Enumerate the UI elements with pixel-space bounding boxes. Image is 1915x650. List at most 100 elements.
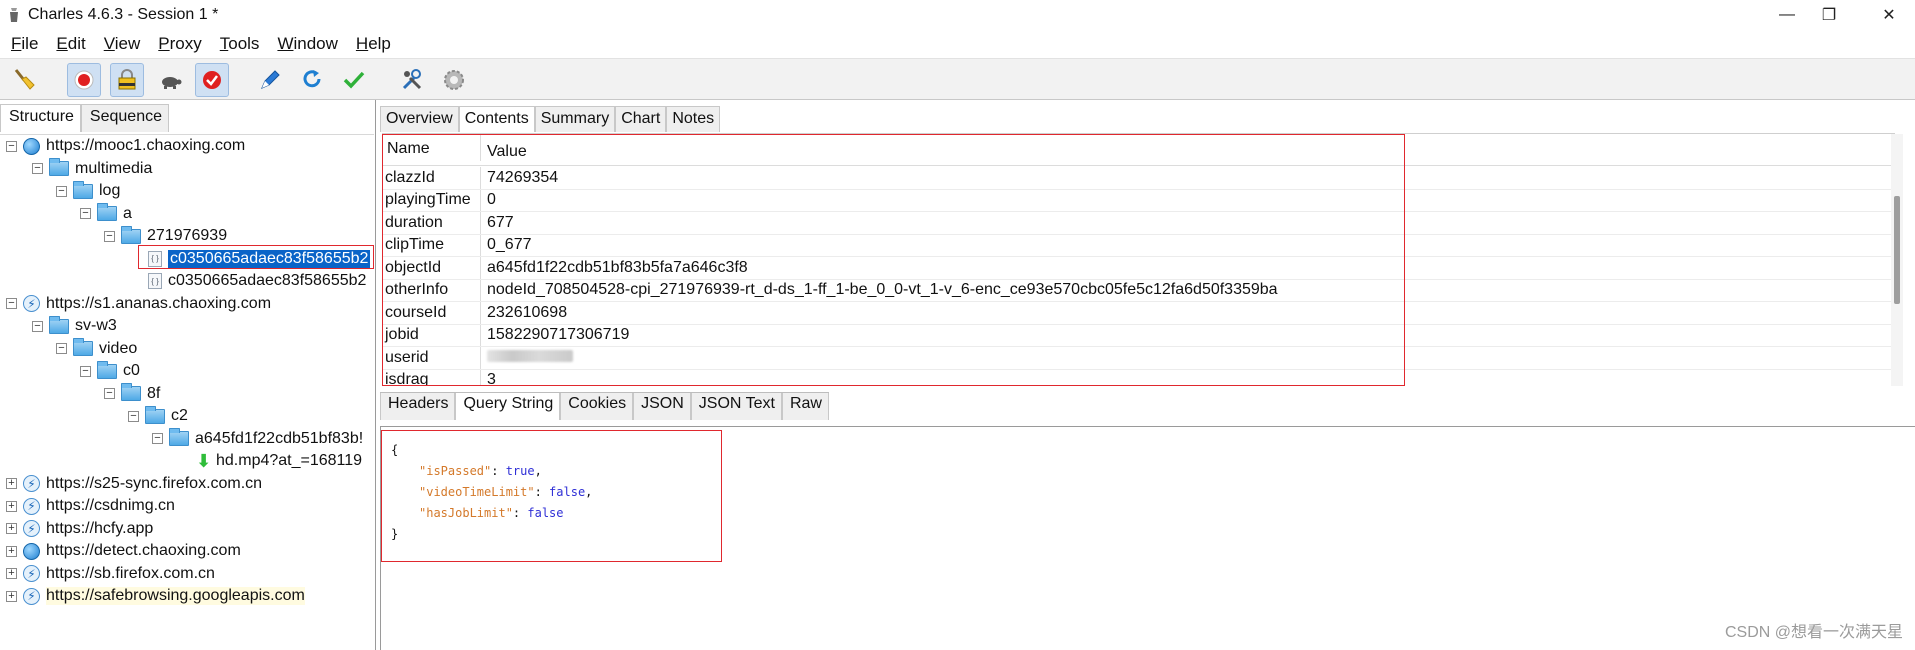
tree-node-folder[interactable]: − a645fd1f22cdb51bf83b! <box>152 428 363 450</box>
menu-help[interactable]: Help <box>347 34 400 54</box>
tree-node-folder[interactable]: − log <box>56 180 120 202</box>
left-tab-bar: Structure Sequence <box>0 104 169 132</box>
tab-headers[interactable]: Headers <box>380 393 456 420</box>
tree-node-request[interactable]: { } c0350665adaec83f58655b2 <box>148 270 366 292</box>
tree-node-folder[interactable]: − multimedia <box>32 158 152 180</box>
tree-node-host[interactable]: + ⚡ https://s25-sync.firefox.com.cn <box>6 473 262 495</box>
compose-button[interactable] <box>253 63 287 97</box>
collapse-icon[interactable]: − <box>80 208 91 219</box>
checkmark-icon <box>343 71 365 89</box>
tab-contents[interactable]: Contents <box>458 106 535 132</box>
collapse-icon[interactable]: − <box>152 433 163 444</box>
folder-icon <box>121 225 141 244</box>
tab-query-string[interactable]: Query String <box>455 393 561 420</box>
collapse-icon[interactable]: − <box>128 410 139 422</box>
folder-icon <box>121 383 141 401</box>
breakpoints-button[interactable] <box>195 63 229 97</box>
gear-icon <box>444 70 464 90</box>
tree-node-folder[interactable]: −8f <box>104 383 160 405</box>
tree-node-host[interactable]: + ⚡ https://sb.firefox.com.cn <box>6 563 215 585</box>
tree-node-folder[interactable]: − c2 <box>128 405 188 427</box>
tree-node-folder[interactable]: − sv-w3 <box>32 315 117 337</box>
tab-notes[interactable]: Notes <box>666 106 721 132</box>
expand-icon[interactable]: + <box>6 500 17 512</box>
collapse-icon[interactable]: − <box>56 343 67 354</box>
tree-node-host[interactable]: − https://mooc1.chaoxing.com <box>6 135 245 157</box>
repeat-button[interactable] <box>295 63 329 97</box>
tab-cookies[interactable]: Cookies <box>560 393 634 420</box>
tools-icon <box>402 69 422 90</box>
tree-node-folder[interactable]: −271976939 <box>104 225 227 247</box>
validate-button[interactable] <box>337 63 371 97</box>
menu-file[interactable]: File <box>2 34 47 54</box>
bolt-host-icon: ⚡ <box>23 475 40 492</box>
collapse-icon[interactable]: − <box>80 365 91 377</box>
collapse-icon[interactable]: − <box>32 320 43 332</box>
tab-chart[interactable]: Chart <box>615 106 667 132</box>
menu-view[interactable]: View <box>95 34 150 54</box>
record-button[interactable] <box>67 63 101 97</box>
expand-icon[interactable]: + <box>6 545 17 557</box>
collapse-icon[interactable]: − <box>104 230 115 242</box>
expand-icon[interactable]: + <box>6 590 17 602</box>
tab-summary[interactable]: Summary <box>534 106 616 132</box>
turtle-icon <box>162 77 182 89</box>
json-response-view[interactable]: { "isPassed": true, "videoTimeLimit": fa… <box>380 426 1915 650</box>
broom-icon <box>14 69 35 90</box>
broom-clear-button[interactable] <box>8 63 42 97</box>
collapse-icon[interactable]: − <box>104 388 115 399</box>
collapse-icon[interactable]: − <box>56 185 67 197</box>
tab-raw[interactable]: Raw <box>781 393 829 420</box>
table-scrollbar[interactable] <box>1891 134 1903 386</box>
menu-tools[interactable]: Tools <box>211 34 269 54</box>
tree-node-host[interactable]: + ⚡ https://hcfy.app <box>6 518 153 540</box>
menu-edit[interactable]: Edit <box>47 34 94 54</box>
tree-node-folder[interactable]: − video <box>56 338 137 360</box>
menu-window[interactable]: Window <box>268 34 346 54</box>
throttle-button[interactable] <box>153 63 187 97</box>
download-arrow-icon: ⬇ <box>196 450 212 471</box>
tree-node-host[interactable]: − ⚡ https://s1.ananas.chaoxing.com <box>6 293 271 315</box>
record-icon <box>74 70 94 90</box>
tree-node-folder[interactable]: − c0 <box>80 360 140 382</box>
folder-icon <box>169 428 189 446</box>
folder-icon <box>73 180 93 199</box>
bolt-host-icon: ⚡ <box>23 520 40 537</box>
charles-app-icon <box>10 8 18 22</box>
expand-icon[interactable]: + <box>6 568 17 579</box>
refresh-icon <box>303 70 321 88</box>
toolbar <box>0 58 1915 100</box>
tab-json-text[interactable]: JSON Text <box>690 393 782 420</box>
watermark: CSDN @想看一次满天星 <box>1724 624 1903 641</box>
tab-json[interactable]: JSON <box>633 393 691 420</box>
maximize-button[interactable]: ❐ <box>1803 2 1855 28</box>
title-bar: Charles 4.6.3 - Session 1 * — ❐ ✕ <box>0 0 1915 30</box>
collapse-icon[interactable]: − <box>6 298 17 309</box>
globe-icon <box>23 137 40 155</box>
tab-sequence[interactable]: Sequence <box>80 104 169 132</box>
menu-proxy[interactable]: Proxy <box>149 34 210 54</box>
expand-icon[interactable]: + <box>6 523 17 534</box>
tree-node-request[interactable]: ⬇ hd.mp4?at_=168119 <box>196 450 362 472</box>
expand-icon[interactable]: + <box>6 478 17 489</box>
folder-icon <box>49 158 69 176</box>
tab-structure[interactable]: Structure <box>0 104 81 132</box>
scrollbar-thumb[interactable] <box>1894 196 1900 304</box>
bolt-host-icon: ⚡ <box>23 497 40 515</box>
tab-overview[interactable]: Overview <box>380 106 459 132</box>
tree-node-host[interactable]: + ⚡ https://csdnimg.cn <box>6 495 175 517</box>
ssl-proxying-button[interactable] <box>110 63 144 97</box>
json-file-icon: { } <box>148 273 162 289</box>
close-button[interactable]: ✕ <box>1863 2 1915 28</box>
globe-icon <box>23 542 40 560</box>
tree-node-host[interactable]: + https://detect.chaoxing.com <box>6 540 241 562</box>
tree-node-folder[interactable]: − a <box>80 203 132 225</box>
collapse-icon[interactable]: − <box>6 140 17 152</box>
tree-node-host[interactable]: + ⚡ https://safebrowsing.googleapis.com <box>6 585 305 607</box>
collapse-icon[interactable]: − <box>32 163 43 174</box>
tools-button[interactable] <box>395 63 429 97</box>
annotation-box <box>382 134 1405 386</box>
bolt-host-icon: ⚡ <box>23 587 40 605</box>
breakpoint-check-icon <box>203 71 221 89</box>
settings-button[interactable] <box>437 63 471 97</box>
